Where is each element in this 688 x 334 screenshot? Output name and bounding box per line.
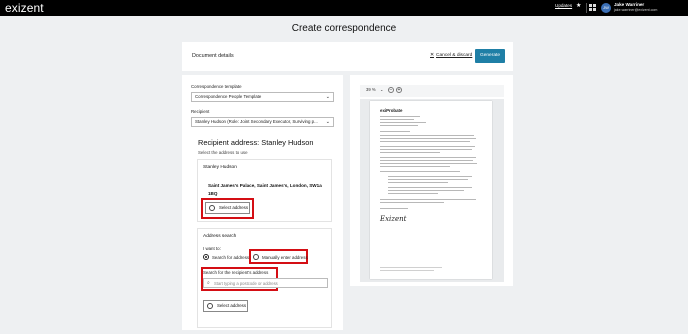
template-label: Correspondence template xyxy=(191,84,242,89)
recipient-label: Recipient xyxy=(191,109,210,114)
address-search-card: Address search I want to: Search for add… xyxy=(197,228,332,328)
chevron-down-icon[interactable]: ⌄ xyxy=(380,87,383,92)
doc-text-line xyxy=(380,163,477,164)
document-details-header: Document details ✕ Cancel & discard Gener… xyxy=(182,42,513,71)
search-icon: ⌕ xyxy=(207,280,210,286)
address-search-title: Address search xyxy=(203,234,237,239)
doc-text-line xyxy=(380,171,460,172)
doc-text-line xyxy=(380,125,418,126)
doc-text-line xyxy=(380,199,476,200)
cancel-discard-link[interactable]: ✕ Cancel & discard xyxy=(430,53,472,58)
doc-footer-line xyxy=(380,270,434,271)
address-search-input[interactable]: ⌕ Start typing a postcode or address xyxy=(203,278,328,288)
radio-icon xyxy=(209,205,215,211)
doc-text-line xyxy=(380,141,470,142)
zoom-out-icon[interactable]: − xyxy=(388,87,394,93)
doc-text-line xyxy=(380,119,414,120)
search-address-radio[interactable] xyxy=(203,254,209,260)
doc-text-line xyxy=(380,138,476,139)
form-panel: Correspondence template Correspondence P… xyxy=(182,75,343,330)
select-address-hint: Select the address to use xyxy=(198,150,248,155)
document-details-title: Document details xyxy=(192,53,234,59)
select-address-button[interactable]: Select address xyxy=(205,202,250,214)
radio-icon xyxy=(207,303,213,309)
generate-button[interactable]: Generate xyxy=(475,49,505,63)
address-search-placeholder: Start typing a postcode or address xyxy=(214,281,278,286)
saved-address-name: Stanley Hudson xyxy=(203,165,237,170)
updates-link[interactable]: Updates xyxy=(555,3,572,8)
doc-text-line xyxy=(380,160,473,161)
user-email: jake.warriner@exizent.com xyxy=(614,8,658,12)
select-address-label: Select address xyxy=(219,205,249,210)
doc-text-line xyxy=(388,193,438,194)
manual-address-option-label[interactable]: Manually enter address xyxy=(262,255,308,260)
doc-text-line xyxy=(380,149,472,150)
recipient-select-value: Stanley Hudson (Role: Joint Secondary Ex… xyxy=(195,119,318,124)
document-viewer[interactable]: exiProbate Exizent xyxy=(360,99,504,282)
search-address-option-label[interactable]: Search for address xyxy=(212,255,249,260)
select-address-button[interactable]: Select address xyxy=(203,300,248,312)
zoom-in-icon[interactable]: + xyxy=(396,87,402,93)
document-page: exiProbate Exizent xyxy=(370,101,492,279)
doc-text-line xyxy=(388,176,472,177)
zoom-level: 39 % xyxy=(366,87,376,92)
user-name: Jake Warriner xyxy=(614,2,645,7)
template-select[interactable]: Correspondence People Template ⌄ xyxy=(191,92,334,102)
doc-text-line xyxy=(380,166,450,167)
i-want-to-label: I want to: xyxy=(203,246,221,251)
doc-text-line xyxy=(380,116,420,117)
star-icon[interactable]: ★ xyxy=(576,2,581,9)
manual-address-radio[interactable] xyxy=(253,254,259,260)
saved-address-card: Stanley Hudson Saint James's Palace, Sai… xyxy=(197,159,332,222)
signature-image: Exizent xyxy=(380,215,407,223)
doc-text-line xyxy=(380,152,440,153)
doc-text-line xyxy=(388,179,468,180)
doc-text-line xyxy=(388,182,448,183)
doc-text-line xyxy=(388,190,464,191)
recipient-address-title: Recipient address: Stanley Hudson xyxy=(198,138,314,147)
top-bar: exizent Updates ★ JW Jake Warriner jake.… xyxy=(0,0,688,16)
doc-text-line xyxy=(380,131,410,132)
topbar-divider xyxy=(586,3,587,13)
chevron-down-icon: ⌄ xyxy=(325,94,330,100)
close-icon: ✕ xyxy=(430,53,435,58)
cancel-discard-label: Cancel & discard xyxy=(436,53,473,58)
doc-text-line xyxy=(380,146,475,147)
doc-footer-line xyxy=(380,267,442,268)
doc-text-line xyxy=(388,187,472,188)
recipient-select[interactable]: Stanley Hudson (Role: Joint Secondary Ex… xyxy=(191,117,334,127)
doc-text-line xyxy=(380,202,444,203)
saved-address-text: Saint James's Palace, Saint James's, Lon… xyxy=(208,183,322,196)
page-title: Create correspondence xyxy=(291,23,397,34)
chevron-down-icon: ⌄ xyxy=(325,119,330,125)
doc-text-line xyxy=(380,122,426,123)
exiprobate-logo: exiProbate xyxy=(380,108,403,113)
document-preview-panel: 39 % ⌄ − + exiProbate Exizent xyxy=(350,75,513,286)
avatar[interactable]: JW xyxy=(601,3,611,13)
doc-text-line xyxy=(380,208,408,209)
preview-toolbar: 39 % ⌄ − + xyxy=(360,85,504,97)
apps-grid-icon[interactable] xyxy=(589,4,596,11)
select-address-label: Select address xyxy=(217,303,247,308)
exizent-logo[interactable]: exizent xyxy=(5,1,44,15)
doc-text-line xyxy=(380,157,476,158)
search-address-label: Search for the recipient's address xyxy=(203,270,269,275)
doc-text-line xyxy=(380,135,474,136)
template-select-value: Correspondence People Template xyxy=(195,94,262,99)
